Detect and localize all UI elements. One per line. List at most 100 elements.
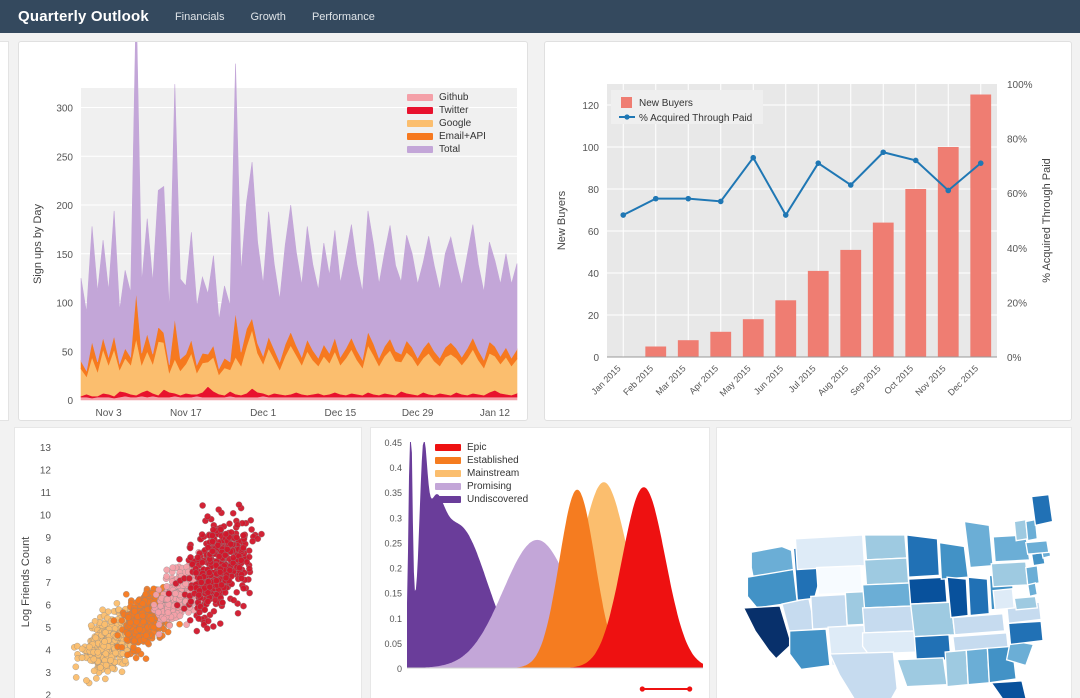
state-NC xyxy=(1007,620,1044,646)
svg-text:Dec 1: Dec 1 xyxy=(250,408,277,419)
bar-Apr-2015 xyxy=(710,331,732,357)
svg-text:Sign ups by Day: Sign ups by Day xyxy=(32,203,44,284)
bar-Sep-2015 xyxy=(872,222,894,357)
svg-text:Jan 2015: Jan 2015 xyxy=(589,363,622,396)
left-edge-panel xyxy=(0,41,9,421)
state-WV xyxy=(992,587,1016,611)
state-ND xyxy=(863,534,908,561)
bar-Feb-2015 xyxy=(645,346,667,357)
svg-text:Epic: Epic xyxy=(467,442,486,453)
svg-text:20: 20 xyxy=(588,311,600,322)
new-buyers-combo-chart[interactable]: 0 20 40 60 80 100 120 0% 20% 40% 60% 80% 100% Jan 201… xyxy=(545,42,1071,420)
signups-area-chart[interactable]: 050100150200250300Nov 32013Nov 17Dec 1De… xyxy=(19,42,527,420)
state-OK xyxy=(861,630,920,655)
nav-link-financials[interactable]: Financials xyxy=(175,11,225,23)
svg-text:Email+API: Email+API xyxy=(439,131,486,142)
bar-Nov-2015 xyxy=(937,147,959,357)
nav-link-growth[interactable]: Growth xyxy=(250,11,285,23)
svg-text:60: 60 xyxy=(588,227,600,238)
bar-Jun-2015 xyxy=(775,300,797,357)
svg-text:300: 300 xyxy=(56,104,73,115)
svg-text:Established: Established xyxy=(467,455,519,466)
svg-text:Log Friends Count: Log Friends Count xyxy=(20,537,32,628)
svg-text:Total: Total xyxy=(439,144,460,155)
svg-text:7: 7 xyxy=(45,578,51,589)
svg-text:150: 150 xyxy=(56,250,73,261)
svg-text:50: 50 xyxy=(62,347,74,358)
svg-text:9: 9 xyxy=(45,533,51,544)
app-brand: Quarterly Outlook xyxy=(18,8,149,25)
svg-text:5: 5 xyxy=(45,623,51,634)
state-DE xyxy=(1026,582,1039,598)
top-navbar: Quarterly Outlook Financials Growth Perf… xyxy=(0,0,1080,33)
svg-text:Promising: Promising xyxy=(467,481,511,492)
svg-text:Jul 2015: Jul 2015 xyxy=(787,363,818,394)
bar-Oct-2015 xyxy=(905,189,927,357)
state-MS xyxy=(944,649,969,688)
svg-text:Jun 2015: Jun 2015 xyxy=(752,363,785,396)
nav-link-performance[interactable]: Performance xyxy=(312,11,375,23)
state-MI xyxy=(963,520,994,569)
state-MD xyxy=(1013,595,1039,611)
state-MN xyxy=(906,534,941,578)
state-AZ xyxy=(788,628,831,671)
svg-text:120: 120 xyxy=(582,101,599,112)
svg-text:0: 0 xyxy=(397,664,402,674)
bar-Jul-2015 xyxy=(807,270,829,357)
svg-text:13: 13 xyxy=(40,443,52,454)
svg-text:% Acquired Through Paid: % Acquired Through Paid xyxy=(639,113,752,124)
svg-text:Feb 2015: Feb 2015 xyxy=(621,363,655,397)
svg-text:Dec 15: Dec 15 xyxy=(325,408,357,419)
svg-text:0.45: 0.45 xyxy=(384,438,402,448)
state-WI xyxy=(938,541,969,580)
svg-text:100: 100 xyxy=(56,299,73,310)
state-MT xyxy=(794,534,866,571)
state-IN xyxy=(967,576,991,617)
bar-Mar-2015 xyxy=(677,340,699,357)
friends-scatter-chart[interactable]: 12345678910111213Log Friends Count xyxy=(15,428,361,698)
svg-text:Twitter: Twitter xyxy=(439,105,469,116)
svg-text:20%: 20% xyxy=(1007,298,1027,309)
dashboard-body: 050100150200250300Nov 32013Nov 17Dec 1De… xyxy=(0,33,1080,698)
state-NJ xyxy=(1025,564,1040,586)
svg-text:Google: Google xyxy=(439,118,472,129)
svg-text:100: 100 xyxy=(582,143,599,154)
svg-text:Jan 12: Jan 12 xyxy=(480,408,510,419)
state-LA xyxy=(896,657,948,688)
svg-text:Nov 3: Nov 3 xyxy=(96,408,123,419)
svg-text:Undiscovered: Undiscovered xyxy=(467,494,528,505)
svg-text:Oct 2015: Oct 2015 xyxy=(882,363,915,396)
svg-text:12: 12 xyxy=(40,466,52,477)
state-NE xyxy=(861,582,914,609)
us-choropleth-card xyxy=(716,427,1072,698)
us-choropleth-map[interactable] xyxy=(717,428,1071,698)
svg-text:11: 11 xyxy=(41,488,52,499)
svg-text:200: 200 xyxy=(56,201,73,212)
new-buyers-chart-card: 0 20 40 60 80 100 120 0% 20% 40% 60% 80% 100% Jan 201… xyxy=(544,41,1072,421)
svg-text:Dec 29: Dec 29 xyxy=(402,408,434,419)
state-shapes xyxy=(742,493,1054,698)
tier-density-chart[interactable]: 0 0.05 0.1 0.15 0.2 0.25 0.3 0.35 0.4 0.45 Epic Est… xyxy=(371,428,709,698)
svg-text:60%: 60% xyxy=(1007,189,1027,200)
svg-text:0: 0 xyxy=(593,353,599,364)
svg-text:Dec 2015: Dec 2015 xyxy=(946,363,980,397)
svg-text:% Acquired Through Paid: % Acquired Through Paid xyxy=(1041,158,1053,283)
signups-area-chart-card: 050100150200250300Nov 32013Nov 17Dec 1De… xyxy=(18,41,528,421)
svg-text:0.1: 0.1 xyxy=(389,614,402,624)
state-KY xyxy=(952,612,1006,636)
bar-May-2015 xyxy=(742,319,764,357)
state-WY xyxy=(815,564,864,596)
svg-text:0.25: 0.25 xyxy=(384,538,402,548)
svg-text:New Buyers: New Buyers xyxy=(639,98,693,109)
svg-text:80%: 80% xyxy=(1007,135,1027,146)
state-UT xyxy=(810,593,848,630)
svg-text:10: 10 xyxy=(40,511,52,522)
svg-text:May 2015: May 2015 xyxy=(718,363,753,398)
svg-text:Nov 17: Nov 17 xyxy=(170,408,202,419)
svg-text:Nov 2015: Nov 2015 xyxy=(913,363,947,397)
state-IL xyxy=(946,576,969,619)
tier-density-card: 0 0.05 0.1 0.15 0.2 0.25 0.3 0.35 0.4 0.45 Epic Est… xyxy=(370,427,710,698)
svg-text:0.3: 0.3 xyxy=(389,513,402,523)
svg-text:0.35: 0.35 xyxy=(384,488,402,498)
state-FL xyxy=(990,680,1027,698)
